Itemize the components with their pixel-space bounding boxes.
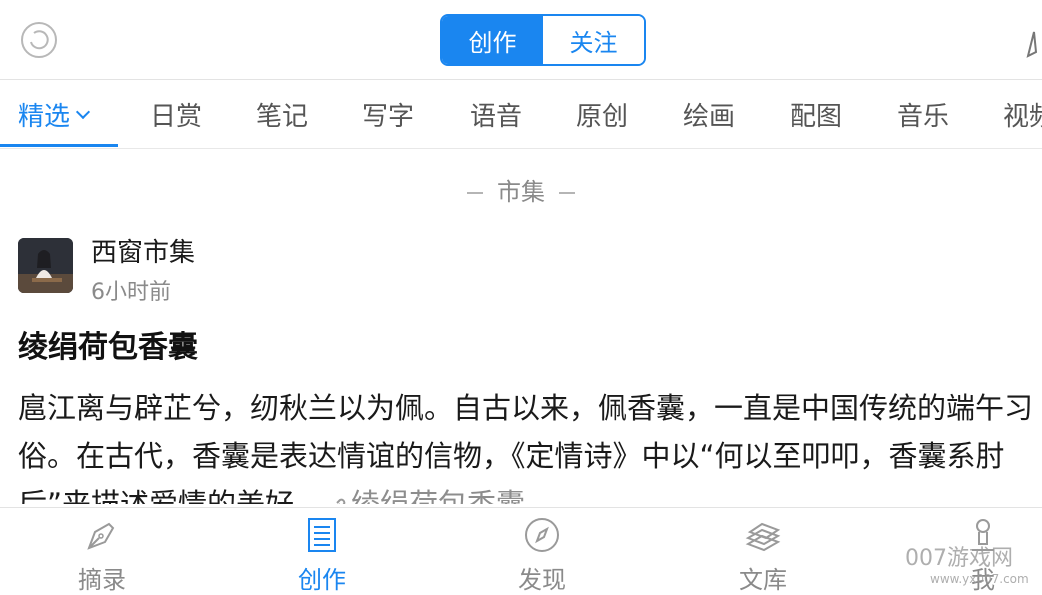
bottom-nav: 摘录 创作 发现 文库 我 xyxy=(0,507,1042,595)
nav-create[interactable]: 创作 xyxy=(262,508,382,595)
tab-original[interactable]: 原创 xyxy=(576,80,628,148)
toggle-follow[interactable]: 关注 xyxy=(543,16,644,64)
category-tabs: 精选 日赏 笔记 写字 语音 原创 绘画 配图 音乐 视频 xyxy=(0,80,1042,149)
pen-nib-icon xyxy=(87,522,115,550)
toggle-create[interactable]: 创作 xyxy=(442,16,543,64)
compose-pen-icon[interactable] xyxy=(1026,30,1042,60)
divider xyxy=(467,192,483,194)
post-body[interactable]: 扈江离与辟芷兮，纫秋兰以为佩。自古以来，佩香囊，一直是中国传统的端午习俗。在古代… xyxy=(18,384,1038,504)
post-time: 6小时前 xyxy=(91,280,171,305)
avatar[interactable] xyxy=(18,238,73,293)
tab-notes[interactable]: 笔记 xyxy=(256,80,308,148)
watermark-url: www.yx007.com xyxy=(930,572,1029,586)
nav-label: 创作 xyxy=(298,566,346,594)
active-tab-indicator xyxy=(0,144,118,147)
chevron-down-icon xyxy=(75,104,91,119)
section-title: 市集 xyxy=(497,178,545,206)
refresh-icon[interactable] xyxy=(20,21,58,59)
nav-excerpt[interactable]: 摘录 xyxy=(42,508,162,595)
post-body-text: 扈江离与辟芷兮，纫秋兰以为佩。自古以来，佩香囊，一直是中国传统的端午习俗。在古代… xyxy=(18,391,1034,504)
post-link[interactable]: 绫绢荷包香囊 xyxy=(351,487,525,504)
nav-label: 摘录 xyxy=(78,566,126,594)
top-bar: 创作 关注 xyxy=(0,0,1042,80)
tab-label: 精选 xyxy=(18,102,71,132)
tab-music[interactable]: 音乐 xyxy=(897,80,949,148)
divider xyxy=(559,192,575,194)
nav-label: 文库 xyxy=(739,566,787,594)
post-title[interactable]: 绫绢荷包香囊 xyxy=(18,322,198,366)
document-icon xyxy=(308,518,336,552)
link-icon xyxy=(336,498,346,504)
tab-voice[interactable]: 语音 xyxy=(470,80,522,148)
section-header: 市集 xyxy=(0,172,1042,207)
tab-illustration[interactable]: 配图 xyxy=(790,80,842,148)
compass-icon xyxy=(525,518,559,552)
nav-label: 发现 xyxy=(518,566,566,594)
nav-library[interactable]: 文库 xyxy=(703,508,823,595)
tab-painting[interactable]: 绘画 xyxy=(683,80,735,148)
post-author[interactable]: 西窗市集 xyxy=(91,232,195,269)
tab-daily[interactable]: 日赏 xyxy=(150,80,202,148)
create-follow-toggle: 创作 关注 xyxy=(440,14,646,66)
watermark: 007游戏网 xyxy=(905,546,1013,571)
books-icon xyxy=(745,522,781,552)
nav-discover[interactable]: 发现 xyxy=(482,508,602,595)
tab-featured[interactable]: 精选 xyxy=(18,80,91,148)
tab-writing[interactable]: 写字 xyxy=(362,80,414,148)
tab-video[interactable]: 视频 xyxy=(1003,80,1042,148)
avatar-image xyxy=(18,238,73,293)
